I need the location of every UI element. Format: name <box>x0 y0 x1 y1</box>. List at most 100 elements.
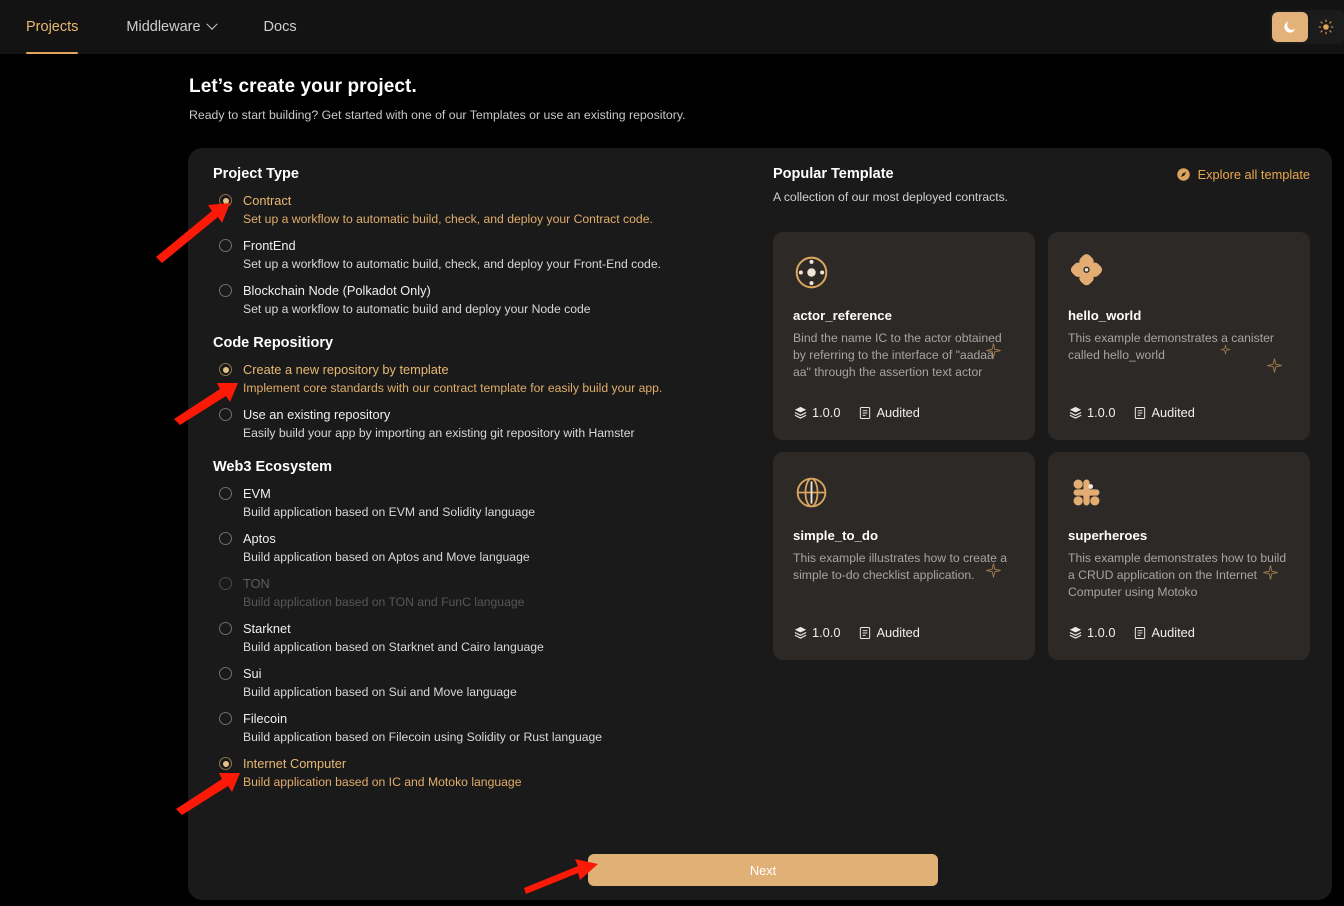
radio-icon <box>219 239 232 252</box>
radio-option-evm-desc: Build application based on EVM and Solid… <box>243 505 536 519</box>
templates-header: Popular Template A collection of our mos… <box>773 166 1310 204</box>
radio-option-contract[interactable]: Contract Set up a workflow to automatic … <box>213 193 758 227</box>
project-type-title: Project Type <box>213 166 299 182</box>
radio-icon <box>219 532 232 545</box>
card-icon-wrap <box>1068 254 1290 294</box>
radio-option-use-existing-repository[interactable]: Use an existing repository Easily build … <box>213 407 758 441</box>
radio-icon <box>219 667 232 680</box>
light-mode-button[interactable] <box>1308 12 1344 42</box>
template-card-meta: 1.0.0 Audited <box>793 405 920 420</box>
radio-option-ton: TON Build application based on TON and F… <box>213 576 758 610</box>
template-card-actor-reference[interactable]: actor_reference Bind the name IC to the … <box>773 232 1035 440</box>
template-card-grid: actor_reference Bind the name IC to the … <box>773 232 1310 660</box>
chevron-down-icon <box>205 18 218 30</box>
radio-option-internet-computer-desc: Build application based on IC and Motoko… <box>243 775 522 789</box>
next-button[interactable]: Next <box>588 854 938 886</box>
template-audit-label: Audited <box>876 625 920 640</box>
radio-option-sui-label: Sui <box>243 666 262 681</box>
radio-option-aptos[interactable]: Aptos Build application based on Aptos a… <box>213 531 758 565</box>
radio-option-internet-computer[interactable]: Internet Computer Build application base… <box>213 756 758 790</box>
radio-option-ton-desc: Build application based on TON and FunC … <box>243 595 525 609</box>
nav-item-middleware-label: Middleware <box>126 19 201 35</box>
templates-title-block: Popular Template A collection of our mos… <box>773 166 1008 204</box>
document-icon <box>1135 406 1146 419</box>
molecule-icon <box>1073 479 1100 506</box>
four-petal-icon <box>1070 254 1103 286</box>
explore-all-templates-link[interactable]: Explore all template <box>1176 167 1310 182</box>
card-icon-wrap <box>793 254 1015 294</box>
template-card-meta: 1.0.0 Audited <box>1068 625 1195 640</box>
template-card-meta: 1.0.0 Audited <box>793 625 920 640</box>
template-card-desc: This example demonstrates how to build a… <box>1068 551 1287 599</box>
template-audit-label: Audited <box>1151 625 1195 640</box>
template-card-desc: Bind the name IC to the actor obtained b… <box>793 331 1002 379</box>
radio-option-contract-desc: Set up a workflow to automatic build, ch… <box>243 212 653 226</box>
radio-option-internet-computer-label: Internet Computer <box>243 756 347 771</box>
popular-template-title: Popular Template <box>773 166 894 182</box>
template-version-label: 1.0.0 <box>1087 405 1116 420</box>
document-icon <box>860 626 871 639</box>
radio-option-frontend[interactable]: FrontEnd Set up a workflow to automatic … <box>213 238 758 272</box>
template-card-hello-world[interactable]: hello_world This example demonstrates a … <box>1048 232 1310 440</box>
dark-mode-button[interactable] <box>1272 12 1308 42</box>
sun-icon <box>1318 19 1334 35</box>
top-navigation-bar: Projects Middleware Docs <box>0 0 1344 54</box>
globe-icon <box>796 477 827 508</box>
radio-option-sui[interactable]: Sui Build application based on Sui and M… <box>213 666 758 700</box>
nav-item-projects-label: Projects <box>26 19 79 35</box>
radio-icon <box>219 408 232 421</box>
template-version-label: 1.0.0 <box>812 625 841 640</box>
explore-all-templates-label: Explore all template <box>1197 167 1310 182</box>
radio-option-frontend-desc: Set up a workflow to automatic build, ch… <box>243 257 661 271</box>
template-version: 1.0.0 <box>1068 625 1115 640</box>
radio-option-filecoin-label: Filecoin <box>243 711 288 726</box>
radio-icon <box>219 487 232 500</box>
radio-icon <box>219 363 232 376</box>
radio-option-aptos-label: Aptos <box>243 531 276 546</box>
popular-template-subtitle: A collection of our most deployed contra… <box>773 190 1009 204</box>
moon-icon <box>1284 21 1296 33</box>
nav-item-projects[interactable]: Projects <box>26 0 79 54</box>
radio-option-evm[interactable]: EVM Build application based on EVM and S… <box>213 486 758 520</box>
radio-option-starknet-label: Starknet <box>243 621 291 636</box>
template-version: 1.0.0 <box>793 405 840 420</box>
template-version: 1.0.0 <box>793 625 840 640</box>
section-web3-ecosystem: Web3 Ecosystem EVM Build application bas… <box>213 459 758 790</box>
radio-option-frontend-label: FrontEnd <box>243 238 296 253</box>
code-repository-title: Code Repositiory <box>213 335 334 351</box>
radio-option-blockchain-node[interactable]: Blockchain Node (Polkadot Only) Set up a… <box>213 283 758 317</box>
create-project-panel: Project Type Contract Set up a workflow … <box>188 148 1332 900</box>
radio-icon <box>219 712 232 725</box>
template-card-simple-to-do[interactable]: simple_to_do This example illustrates ho… <box>773 452 1035 660</box>
document-icon <box>1135 626 1146 639</box>
layers-icon <box>1069 406 1082 419</box>
card-icon-wrap <box>793 474 1015 514</box>
nav-item-docs[interactable]: Docs <box>264 0 297 54</box>
template-card-name: actor_reference <box>793 308 892 323</box>
target-dot-icon <box>795 256 828 289</box>
template-version: 1.0.0 <box>1068 405 1115 420</box>
radio-option-starknet[interactable]: Starknet Build application based on Star… <box>213 621 758 655</box>
template-version-label: 1.0.0 <box>812 405 841 420</box>
theme-toggle[interactable] <box>1270 10 1344 44</box>
page-title: Let’s create your project. <box>189 76 417 97</box>
templates-column: Popular Template A collection of our mos… <box>773 166 1310 660</box>
section-project-type: Project Type Contract Set up a workflow … <box>213 166 758 317</box>
options-column: Project Type Contract Set up a workflow … <box>213 166 758 790</box>
radio-option-use-existing-repository-desc: Easily build your app by importing an ex… <box>243 426 635 440</box>
nav-items: Projects Middleware Docs <box>26 0 345 54</box>
radio-option-filecoin[interactable]: Filecoin Build application based on File… <box>213 711 758 745</box>
nav-item-middleware[interactable]: Middleware <box>126 0 218 54</box>
template-card-desc: This example illustrates how to create a… <box>793 551 1008 582</box>
layers-icon <box>794 406 807 419</box>
template-card-superheroes[interactable]: superheroes This example demonstrates ho… <box>1048 452 1310 660</box>
radio-option-ton-label: TON <box>243 576 270 591</box>
radio-icon <box>219 577 232 590</box>
radio-option-create-new-repository[interactable]: Create a new repository by template Impl… <box>213 362 758 396</box>
page-subtitle: Ready to start building? Get started wit… <box>189 108 686 122</box>
template-audit-label: Audited <box>876 405 920 420</box>
radio-icon <box>219 622 232 635</box>
template-audit-status: Audited <box>858 405 920 420</box>
layers-icon <box>1069 626 1082 639</box>
radio-icon <box>219 757 232 770</box>
